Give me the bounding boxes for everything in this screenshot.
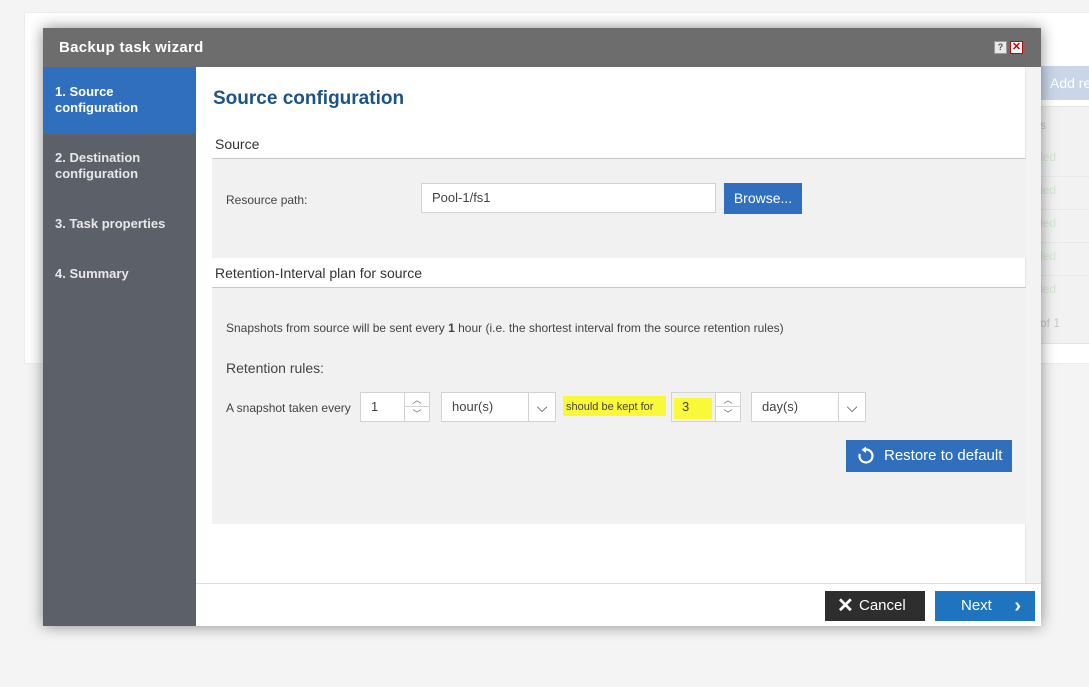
snapshot-taken-label: A snapshot taken every bbox=[226, 401, 351, 415]
interval-stepper[interactable]: 1 ︿ ﹀ bbox=[360, 392, 430, 422]
kept-unit-value: day(s) bbox=[762, 399, 799, 414]
retention-info-prefix: Snapshots from source will be sent every bbox=[226, 321, 449, 335]
chevron-right-icon: › bbox=[1014, 595, 1021, 617]
add-button[interactable]: Add re bbox=[1040, 66, 1089, 100]
source-section-title: Source bbox=[215, 136, 260, 152]
kept-spin-buttons[interactable]: ︿ ﹀ bbox=[715, 393, 740, 421]
background-pagination: of 1 bbox=[1040, 316, 1061, 330]
help-icon[interactable]: ? bbox=[994, 41, 1007, 54]
dialog-titlebar[interactable]: Backup task wizard ? ✕ bbox=[43, 28, 1041, 67]
kept-unit-select[interactable]: day(s) ⌵ bbox=[751, 392, 866, 422]
chevron-down-icon[interactable]: ⌵ bbox=[528, 393, 555, 421]
page-title: Source configuration bbox=[213, 88, 405, 109]
restore-label: Restore to default bbox=[884, 447, 1003, 464]
chevron-up-icon[interactable]: ︿ bbox=[405, 393, 429, 407]
background-status: led bbox=[1040, 216, 1057, 230]
chevron-down-icon[interactable]: ⌵ bbox=[838, 393, 865, 421]
chevron-down-icon[interactable]: ﹀ bbox=[405, 407, 429, 421]
chevron-up-icon[interactable]: ︿ bbox=[716, 393, 740, 407]
row-divider bbox=[1040, 209, 1089, 210]
background-status: led bbox=[1040, 150, 1057, 164]
kept-value: 3 bbox=[682, 399, 690, 414]
step-source-configuration[interactable]: 1. Source configuration bbox=[43, 67, 196, 134]
background-status: led bbox=[1040, 183, 1057, 197]
wizard-steps: 1. Source configuration 2. Destination c… bbox=[43, 67, 196, 626]
retention-info-suffix: hour (i.e. the shortest interval from th… bbox=[454, 321, 784, 335]
retention-info-interval: 1 bbox=[448, 321, 455, 335]
row-divider bbox=[1040, 275, 1089, 276]
step-label: configuration bbox=[55, 166, 139, 181]
step-label: 1. Source bbox=[55, 84, 114, 99]
row-divider bbox=[1040, 176, 1089, 177]
kept-for-label: should be kept for bbox=[566, 401, 654, 413]
background-status: led bbox=[1040, 249, 1057, 263]
background-status: led bbox=[1040, 282, 1057, 296]
interval-unit-value: hour(s) bbox=[452, 399, 494, 414]
next-button[interactable]: Next › bbox=[935, 591, 1035, 621]
resource-path-label: Resource path: bbox=[226, 193, 308, 207]
step-label: configuration bbox=[55, 100, 139, 115]
browse-button[interactable]: Browse... bbox=[724, 183, 802, 214]
chevron-down-icon[interactable]: ﹀ bbox=[716, 407, 740, 421]
wizard-content: Source configuration Source Resource pat… bbox=[196, 67, 1041, 626]
restore-to-default-button[interactable]: Restore to default bbox=[846, 440, 1012, 472]
interval-unit-select[interactable]: hour(s) ⌵ bbox=[441, 392, 556, 422]
retention-info-text: Snapshots from source will be sent every… bbox=[226, 321, 784, 335]
resource-path-input[interactable]: Pool-1/fs1 bbox=[421, 183, 716, 213]
step-summary[interactable]: 4. Summary bbox=[43, 266, 196, 282]
step-label: 3. Task properties bbox=[55, 216, 166, 231]
step-label: 4. Summary bbox=[55, 266, 129, 281]
next-label: Next bbox=[961, 597, 992, 614]
backup-task-wizard-dialog: Backup task wizard ? ✕ 1. Source configu… bbox=[43, 28, 1041, 626]
step-label: 2. Destination bbox=[55, 150, 141, 165]
step-destination-configuration[interactable]: 2. Destination configuration bbox=[43, 150, 196, 182]
interval-spin-buttons[interactable]: ︿ ﹀ bbox=[404, 393, 429, 421]
footer-divider bbox=[196, 583, 1041, 584]
step-task-properties[interactable]: 3. Task properties bbox=[43, 216, 196, 232]
interval-value: 1 bbox=[371, 399, 379, 414]
close-icon[interactable]: ✕ bbox=[1010, 41, 1023, 54]
scrollbar[interactable] bbox=[1025, 67, 1041, 583]
dialog-title: Backup task wizard bbox=[59, 39, 204, 56]
kept-stepper[interactable]: 3 ︿ ﹀ bbox=[671, 392, 741, 422]
cancel-label: Cancel bbox=[859, 597, 906, 614]
retention-rules-label: Retention rules: bbox=[226, 360, 325, 376]
cancel-button[interactable]: ✕ Cancel bbox=[825, 591, 925, 621]
close-icon: ✕ bbox=[837, 595, 854, 617]
row-divider bbox=[1040, 242, 1089, 243]
retention-section-title: Retention-Interval plan for source bbox=[215, 265, 422, 281]
restore-icon bbox=[858, 446, 874, 464]
